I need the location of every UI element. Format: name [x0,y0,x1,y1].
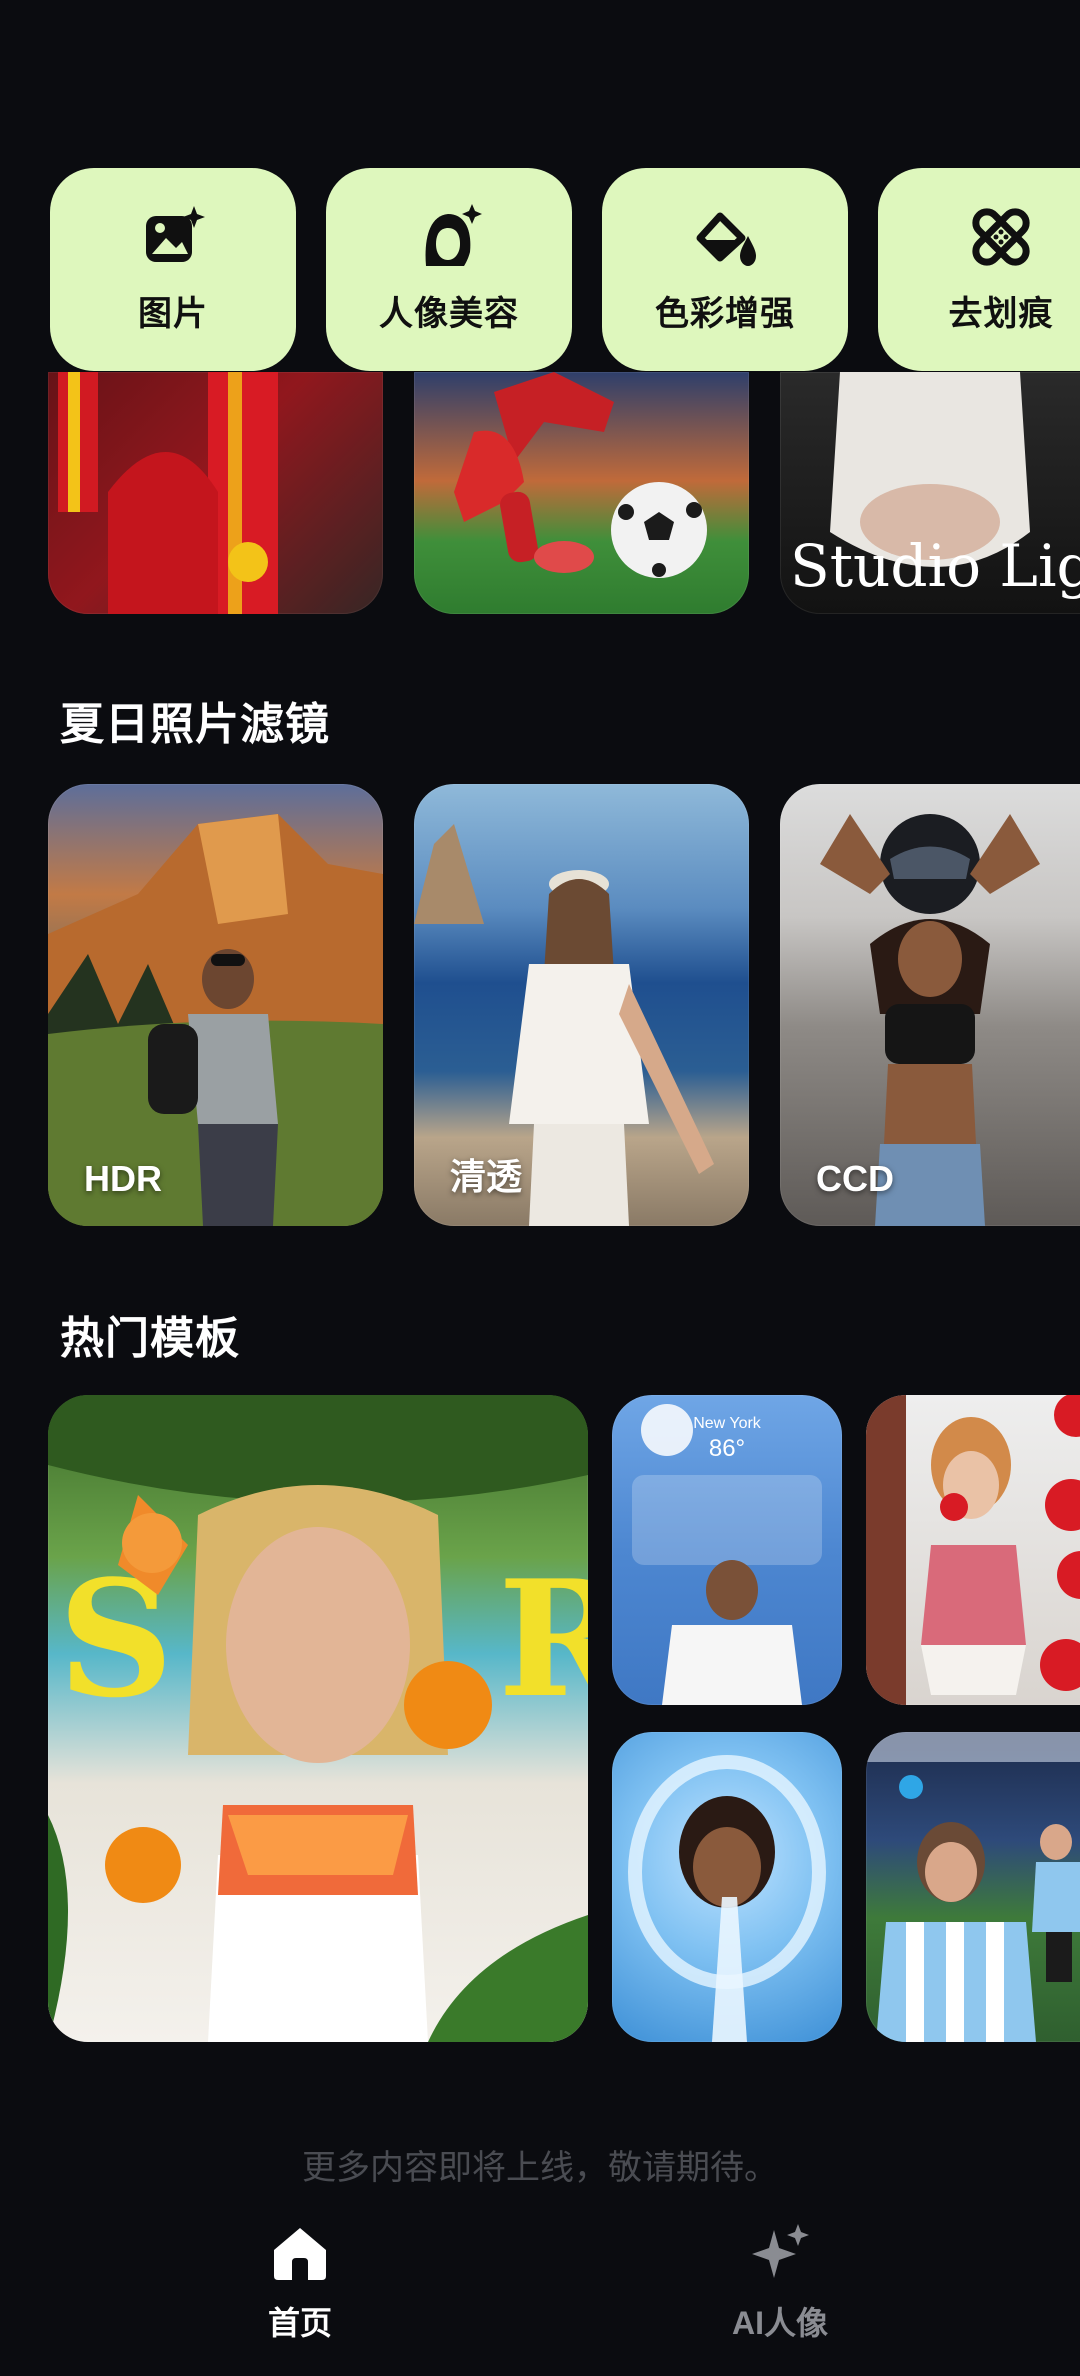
quick-action-label: 人像美容 [379,295,519,333]
bubble-template-illustration [628,1755,826,2042]
bottom-navigation: 首页 AI人像 [0,2200,1080,2376]
weather-temperature: 86° [708,1435,746,1462]
filter-card-ccd[interactable]: CCD [780,784,1080,1226]
template-card-football-fan[interactable] [866,1732,1080,2042]
filter-card-hdr[interactable]: HDR [48,784,383,1226]
template-card-weather[interactable]: New York 86° [612,1395,842,1705]
coming-soon-note: 更多内容即将上线，敬请期待。 [302,2149,778,2187]
spain-scarf-illustration [48,372,383,614]
color-drop-icon [696,212,756,266]
quick-action-label: 色彩增强 [655,295,795,333]
section-title-popular-templates: 热门模板 [60,1314,240,1363]
top-card-spain-fans[interactable] [48,372,383,614]
quick-action-portrait-beauty[interactable]: 人像美容 [326,168,572,371]
template-card-tomato[interactable] [866,1395,1080,1705]
studio-light-text: Studio Ligh [790,532,1080,600]
nav-label: AI人像 [731,2305,828,2341]
bandage-icon [972,208,1030,266]
filter-card-clear[interactable]: 清透 [414,784,749,1226]
sparkle-icon [752,2224,809,2278]
quick-action-label: 图片 [138,295,208,333]
face-sparkle-icon [425,204,482,266]
filter-card-label: 清透 [450,1156,523,1197]
quick-action-image[interactable]: 图片 [50,168,296,371]
weather-city: New York [693,1415,761,1432]
image-sparkle-icon [146,206,205,262]
soccer-illustration [454,372,707,578]
section-title-summer-filters: 夏日照片滤镜 [60,700,330,749]
tomato-template-illustration [866,1395,1080,1705]
football-fan-illustration [866,1732,1080,2042]
top-card-soccer-player[interactable] [414,372,749,614]
top-card-studio-light[interactable]: Studio Ligh [780,372,1080,614]
home-icon [274,2228,326,2280]
quick-action-label: 去划痕 [948,295,1054,333]
nav-label: 首页 [267,2305,332,2341]
quick-action-scratch-removal[interactable]: 去划痕 [878,168,1080,371]
summer-template-illustration: S R [48,1395,588,2042]
nav-item-home[interactable]: 首页 [200,2220,400,2344]
quick-action-color-enhance[interactable]: 色彩增强 [602,168,848,371]
filter-card-label: CCD [816,1158,894,1199]
filter-card-label: HDR [84,1158,162,1199]
template-card-summer[interactable]: S R [48,1395,588,2042]
nav-item-ai-portrait[interactable]: AI人像 [680,2220,880,2344]
svg-text:R: R [498,1545,588,1733]
template-card-bubble[interactable] [612,1732,842,2042]
